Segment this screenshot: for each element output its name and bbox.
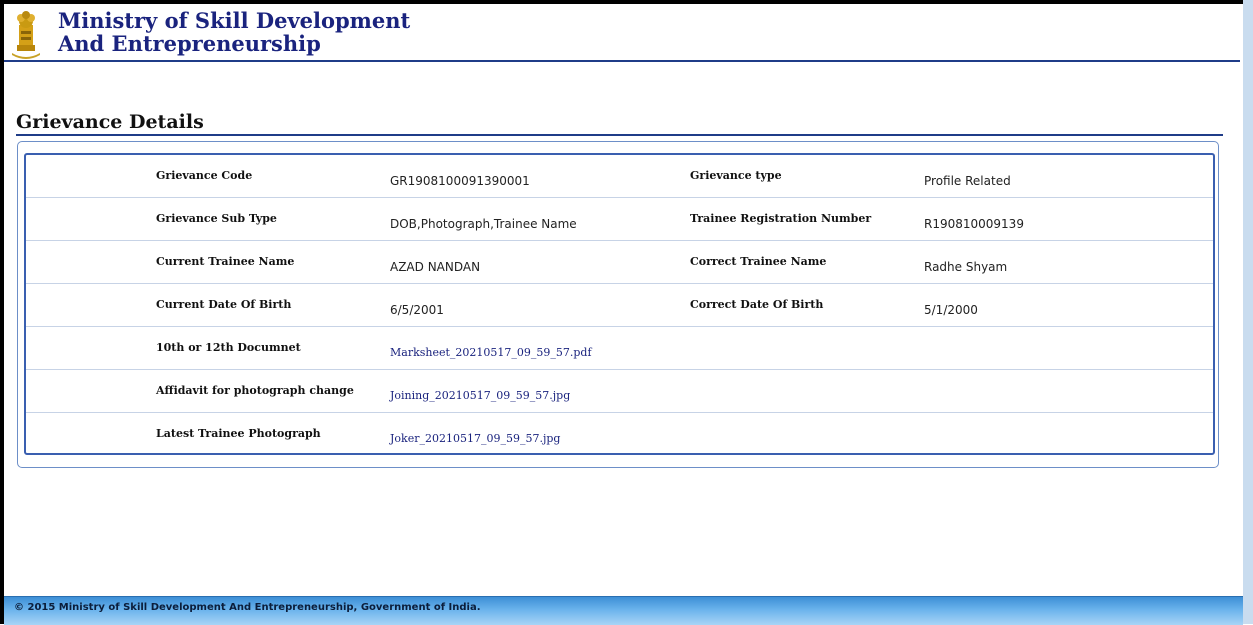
grievance-details-table: Grievance Code GR1908100091390001 Grieva… [24, 153, 1215, 455]
ministry-title-line2: And Entrepreneurship [58, 31, 321, 56]
site-footer: © 2015 Ministry of Skill Development And… [4, 596, 1243, 625]
correct-trainee-name-label: Correct Trainee Name [690, 255, 827, 268]
affidavit-link[interactable]: Joining_20210517_09_59_57.jpg [390, 389, 570, 402]
table-row: Current Trainee Name AZAD NANDAN Correct… [26, 241, 1213, 284]
table-row: Grievance Sub Type DOB,Photograph,Traine… [26, 198, 1213, 241]
correct-dob-value: 5/1/2000 [924, 303, 978, 317]
table-row: Latest Trainee Photograph Joker_20210517… [26, 413, 1213, 453]
window-frame-left [0, 0, 4, 624]
trainee-photograph-link[interactable]: Joker_20210517_09_59_57.jpg [390, 432, 560, 445]
trainee-photograph-label: Latest Trainee Photograph [156, 427, 321, 440]
document-label: 10th or 12th Documnet [156, 341, 301, 354]
grievance-type-value: Profile Related [924, 174, 1011, 188]
current-trainee-name-label: Current Trainee Name [156, 255, 295, 268]
current-dob-label: Current Date Of Birth [156, 298, 292, 311]
site-header: Ministry of Skill Development And Entrep… [4, 4, 1240, 62]
table-row: Affidavit for photograph change Joining_… [26, 370, 1213, 413]
document-link[interactable]: Marksheet_20210517_09_59_57.pdf [390, 346, 592, 359]
grievance-type-label: Grievance type [690, 169, 782, 182]
page-title: Grievance Details [16, 110, 1223, 136]
table-row: Grievance Code GR1908100091390001 Grieva… [26, 155, 1213, 198]
national-emblem-icon [9, 9, 43, 59]
ministry-title-line1: Ministry of Skill Development [58, 8, 411, 33]
copyright-text: © 2015 Ministry of Skill Development And… [14, 602, 481, 613]
grievance-sub-type-label: Grievance Sub Type [156, 212, 277, 225]
grievance-code-value: GR1908100091390001 [390, 174, 530, 188]
grievance-code-label: Grievance Code [156, 169, 253, 182]
ministry-title: Ministry of Skill Development And Entrep… [58, 9, 410, 55]
trainee-registration-label: Trainee Registration Number [690, 212, 872, 225]
correct-dob-label: Correct Date Of Birth [690, 298, 824, 311]
scrollbar-track[interactable] [1243, 0, 1253, 624]
grievance-sub-type-value: DOB,Photograph,Trainee Name [390, 217, 577, 231]
trainee-registration-value: R190810009139 [924, 217, 1024, 231]
affidavit-label: Affidavit for photograph change [156, 384, 354, 397]
table-row: Current Date Of Birth 6/5/2001 Correct D… [26, 284, 1213, 327]
current-trainee-name-value: AZAD NANDAN [390, 260, 481, 274]
current-dob-value: 6/5/2001 [390, 303, 444, 317]
table-row: 10th or 12th Documnet Marksheet_20210517… [26, 327, 1213, 370]
correct-trainee-name-value: Radhe Shyam [924, 260, 1008, 274]
